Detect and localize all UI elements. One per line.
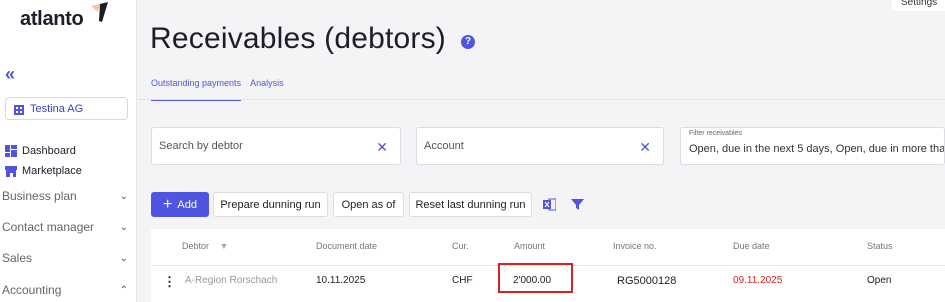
prepare-dunning-run-button[interactable]: Prepare dunning run (213, 192, 328, 217)
receivables-filter-label: Filter receivables (689, 130, 742, 137)
chevron-down-icon: ⌄ (119, 252, 128, 264)
debtor-search-input[interactable]: Search by debtor ✕ (151, 127, 401, 165)
column-header-label: Debtor (182, 241, 210, 251)
add-button[interactable]: + Add (151, 192, 209, 217)
clear-icon[interactable]: ✕ (639, 139, 651, 156)
receivables-filter-value: Open, due in the next 5 days, Open, due … (689, 143, 945, 155)
column-header-debtor[interactable]: Debtor ▼ (182, 241, 228, 251)
column-header-document-date[interactable]: Document date (316, 241, 377, 251)
sidebar-section-label: Sales (2, 251, 33, 265)
chevron-down-icon: ⌄ (119, 221, 128, 233)
plus-icon: + (163, 195, 173, 213)
tabs-divider (138, 99, 945, 100)
cell-invoice-no[interactable]: RG5000128 (617, 275, 676, 287)
sidebar-item-dashboard[interactable]: Dashboard (5, 145, 76, 157)
sidebar-item-label: Dashboard (22, 145, 76, 157)
sidebar-section-label: Accounting (2, 283, 62, 297)
sidebar-section-contact-manager[interactable]: Contact manager ⌄ (2, 220, 128, 234)
account-input[interactable]: Account ✕ (416, 127, 664, 165)
collapse-sidebar-icon[interactable]: « (5, 64, 15, 85)
cell-document-date: 10.11.2025 (316, 275, 366, 286)
add-button-label: Add (177, 198, 197, 211)
sidebar-section-business-plan[interactable]: Business plan ⌄ (2, 189, 128, 203)
sidebar: atlanto « Testina AG Dashboard Marketpla… (0, 0, 137, 302)
cell-due-date: 09.11.2025 (733, 275, 783, 286)
settings-button[interactable]: Settings (892, 0, 945, 11)
cell-currency: CHF (452, 275, 473, 286)
company-selector[interactable]: Testina AG (5, 97, 128, 120)
filter-icon[interactable] (571, 198, 584, 211)
logo-mark-icon (91, 2, 108, 22)
column-header-status[interactable]: Status (867, 241, 893, 251)
sidebar-section-accounting[interactable]: Accounting ⌃ (2, 283, 128, 297)
receivables-filter-select[interactable]: Filter receivables Open, due in the next… (680, 127, 945, 165)
page-title: Receivables (debtors) (150, 22, 446, 55)
debtor-search-placeholder: Search by debtor (159, 140, 243, 152)
row-menu-icon[interactable]: ⋮ (163, 274, 176, 290)
tab-analysis[interactable]: Analysis (250, 78, 284, 101)
cell-debtor[interactable]: A-Region Rorschach (185, 275, 277, 286)
tab-outstanding-payments[interactable]: Outstanding payments (151, 78, 242, 101)
dashboard-icon (5, 145, 17, 157)
sidebar-section-label: Contact manager (2, 220, 95, 234)
clear-icon[interactable]: ✕ (376, 139, 388, 156)
column-filter-icon[interactable]: ▼ (220, 241, 229, 251)
company-name: Testina AG (30, 102, 84, 115)
excel-export-icon[interactable] (543, 198, 556, 211)
column-header-currency[interactable]: Cur. (452, 241, 469, 251)
sidebar-section-label: Business plan (2, 189, 77, 203)
chevron-down-icon: ⌄ (119, 190, 128, 202)
chevron-up-icon: ⌃ (119, 284, 128, 296)
column-header-due-date[interactable]: Due date (733, 241, 770, 251)
app-logo[interactable]: atlanto (20, 8, 84, 31)
tab-bar: Outstanding payments Analysis (151, 78, 284, 101)
sidebar-item-marketplace[interactable]: Marketplace (5, 165, 82, 177)
cell-status: Open (867, 275, 892, 286)
column-header-amount[interactable]: Amount (514, 241, 545, 251)
building-icon (14, 104, 24, 115)
account-placeholder: Account (424, 140, 464, 152)
column-header-invoice-no[interactable]: Invoice no. (613, 241, 657, 251)
store-icon (5, 166, 17, 177)
help-icon[interactable]: ? (461, 35, 475, 49)
sidebar-item-label: Marketplace (22, 165, 82, 177)
open-as-of-button[interactable]: Open as of (333, 192, 404, 217)
reset-last-dunning-run-button[interactable]: Reset last dunning run (409, 192, 532, 217)
amount-highlight-box (498, 263, 573, 293)
sidebar-section-sales[interactable]: Sales ⌄ (2, 251, 128, 265)
